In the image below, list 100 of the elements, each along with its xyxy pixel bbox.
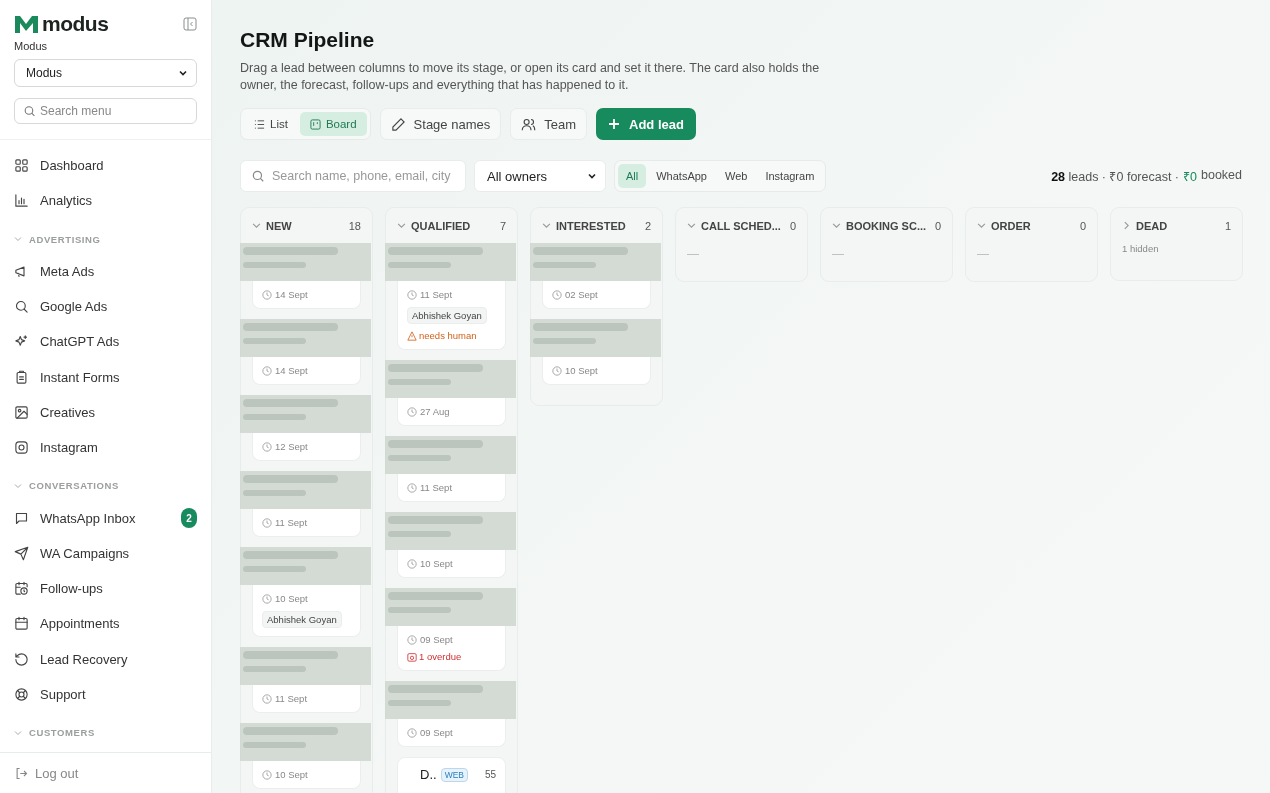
search-icon <box>23 104 36 118</box>
nav-label: Lead Recovery <box>40 651 128 667</box>
booked-amount: ₹0 <box>1183 168 1197 185</box>
column-count: 0 <box>1079 219 1086 232</box>
chevron-icon[interactable] <box>687 221 696 230</box>
people-icon <box>521 116 537 132</box>
nav-item[interactable]: Follow-ups <box>14 570 197 607</box>
nav-item[interactable]: ChatGPT Ads <box>14 324 197 360</box>
unread-badge: 2 <box>181 508 197 528</box>
lead-score: 55 <box>484 769 496 780</box>
nav-item[interactable]: WA Campaigns <box>14 535 197 571</box>
pencil-icon <box>390 116 406 132</box>
lead-card[interactable]: 10 Sept Abhishek Goyan <box>252 585 361 637</box>
nav-label: Google Ads <box>40 299 108 315</box>
chevron-icon[interactable] <box>542 221 551 230</box>
clock-icon <box>262 365 272 376</box>
view-tab[interactable]: List <box>244 112 298 136</box>
nav-item[interactable]: Appointments <box>14 606 197 642</box>
clock-icon <box>262 517 272 528</box>
add-lead-button[interactable]: Add lead <box>596 108 696 140</box>
nav-item[interactable]: Instagram <box>14 430 197 466</box>
bar-chart-icon <box>14 193 29 209</box>
clock-icon <box>407 727 417 738</box>
lead-card[interactable]: 14 Sept <box>252 281 361 309</box>
column-count: 0 <box>934 219 941 232</box>
chevron-icon[interactable] <box>397 221 406 230</box>
undo-icon <box>14 651 29 667</box>
lead-name: D.. <box>420 767 437 782</box>
lead-card[interactable]: 02 Sept <box>542 281 651 309</box>
source-tab[interactable]: Web <box>717 164 756 188</box>
nav-label: Dashboard <box>40 158 104 174</box>
lead-card[interactable]: 10 Sept <box>252 761 361 789</box>
nav-item[interactable]: Dashboard <box>14 148 197 184</box>
source-tab[interactable]: Instagram <box>757 164 823 188</box>
clock-icon <box>262 769 272 780</box>
lead-card[interactable]: 11 Sept Abhishek Goyan needs human <box>397 281 506 350</box>
column-count: 0 <box>789 219 796 232</box>
source-tab[interactable]: WhatsApp <box>648 164 715 188</box>
card-date: 09 Sept <box>420 634 453 645</box>
column-title: INTERESTED <box>556 219 626 232</box>
image-icon <box>14 404 29 420</box>
lead-card[interactable]: D.. WEB 55 <box>397 757 506 793</box>
nav-item[interactable]: WhatsApp Inbox 2 <box>14 500 197 536</box>
caret-icon <box>587 171 597 181</box>
lead-search-field[interactable]: Search name, phone, email, city <box>240 160 466 192</box>
nav-item[interactable]: Google Ads <box>14 288 197 325</box>
lead-card[interactable]: 27 Aug <box>397 398 506 426</box>
nav-item[interactable]: Support <box>14 676 197 713</box>
chevron-icon[interactable] <box>1122 221 1131 230</box>
calendar-icon <box>14 616 29 632</box>
board-icon <box>309 118 321 130</box>
lifebuoy-icon <box>14 687 29 702</box>
lead-card[interactable]: 11 Sept <box>397 474 506 502</box>
column-count: 7 <box>499 219 506 232</box>
clock-icon <box>262 593 272 604</box>
section-label: CONVERSATIONS <box>29 480 119 492</box>
lead-card[interactable]: 11 Sept <box>252 685 361 713</box>
lead-card[interactable]: 14 Sept <box>252 357 361 385</box>
lead-card[interactable]: 09 Sept <box>397 719 506 747</box>
nav-label: WhatsApp Inbox <box>40 510 136 526</box>
clock-icon <box>407 558 417 569</box>
booked-label: booked <box>1201 167 1242 184</box>
logout-link[interactable]: Log out <box>0 752 211 793</box>
card-date: 10 Sept <box>565 365 598 376</box>
owner-select[interactable]: All owners <box>474 160 606 192</box>
lead-card[interactable]: 12 Sept <box>252 433 361 461</box>
lead-card[interactable]: 10 Sept <box>397 550 506 578</box>
card-date: 02 Sept <box>565 289 598 300</box>
nav-label: Appointments <box>40 616 120 632</box>
owner-tag: Abhishek Goyan <box>262 611 342 628</box>
team-button[interactable]: Team <box>510 108 587 140</box>
chevron-icon[interactable] <box>832 221 841 230</box>
nav-label: Instagram <box>40 440 98 456</box>
nav-item[interactable]: Analytics <box>14 183 197 219</box>
lead-card[interactable]: 10 Sept <box>542 357 651 385</box>
camera-icon <box>14 440 29 456</box>
clock-icon <box>262 441 272 452</box>
chevron-icon[interactable] <box>977 221 986 230</box>
search-menu-field[interactable]: Search menu <box>14 98 197 124</box>
column-title: ORDER <box>991 219 1031 232</box>
nav-item[interactable]: Creatives <box>14 394 197 431</box>
source-tab[interactable]: All <box>618 164 647 188</box>
lead-card[interactable]: 09 Sept 1 overdue <box>397 626 506 671</box>
card-date: 10 Sept <box>420 558 453 569</box>
column-count: 1 <box>1224 219 1231 232</box>
nav-label: Follow-ups <box>40 581 103 597</box>
flag-label: needs human <box>419 330 477 341</box>
stage-names-button[interactable]: Stage names <box>379 108 502 140</box>
view-tab[interactable]: Board <box>299 112 367 136</box>
chevron-icon[interactable] <box>252 221 261 230</box>
card-date: 10 Sept <box>275 769 308 780</box>
nav-item[interactable]: Instant Forms <box>14 359 197 395</box>
collapse-sidebar-icon[interactable] <box>183 17 197 31</box>
nav-item[interactable]: Lead Recovery <box>14 641 197 677</box>
lead-card[interactable]: 11 Sept <box>252 509 361 537</box>
nav-item[interactable]: Meta Ads <box>14 253 197 289</box>
column-title: DEAD <box>1136 219 1168 232</box>
column-title: CALL SCHED... <box>701 219 781 232</box>
workspace-select[interactable]: Modus <box>14 59 197 87</box>
caret-icon <box>178 68 188 78</box>
